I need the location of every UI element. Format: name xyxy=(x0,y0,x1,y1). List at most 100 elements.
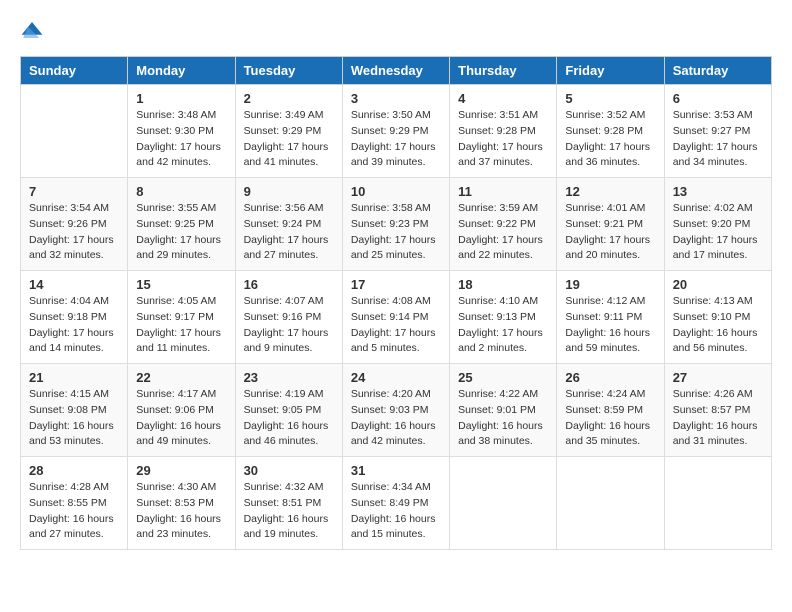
day-number: 20 xyxy=(673,277,763,292)
day-number: 2 xyxy=(244,91,334,106)
day-number: 24 xyxy=(351,370,441,385)
calendar-cell: 10 Sunrise: 3:58 AM Sunset: 9:23 PM Dayli… xyxy=(342,178,449,271)
day-info: Sunrise: 3:53 AM Sunset: 9:27 PM Dayligh… xyxy=(673,108,763,171)
day-info: Sunrise: 3:50 AM Sunset: 9:29 PM Dayligh… xyxy=(351,108,441,171)
calendar-cell: 1Sunrise: 3:48 AM Sunset: 9:30 PM Daylig… xyxy=(128,85,235,178)
day-info: Sunrise: 4:24 AM Sunset: 8:59 PM Dayligh… xyxy=(565,387,655,450)
day-info: Sunrise: 4:02 AM Sunset: 9:20 PM Dayligh… xyxy=(673,201,763,264)
calendar-cell: 22 Sunrise: 4:17 AM Sunset: 9:06 PM Dayli… xyxy=(128,364,235,457)
calendar-cell xyxy=(664,457,771,550)
calendar-cell: 19 Sunrise: 4:12 AM Sunset: 9:11 PM Dayli… xyxy=(557,271,664,364)
calendar-cell xyxy=(450,457,557,550)
calendar-cell: 28 Sunrise: 4:28 AM Sunset: 8:55 PM Dayli… xyxy=(21,457,128,550)
day-info: Sunrise: 3:56 AM Sunset: 9:24 PM Dayligh… xyxy=(244,201,334,264)
calendar-header-row: SundayMondayTuesdayWednesdayThursdayFrid… xyxy=(21,57,772,85)
day-number: 7 xyxy=(29,184,119,199)
logo-icon xyxy=(20,20,44,40)
day-number: 19 xyxy=(565,277,655,292)
calendar-cell: 8Sunrise: 3:55 AM Sunset: 9:25 PM Daylig… xyxy=(128,178,235,271)
header-saturday: Saturday xyxy=(664,57,771,85)
day-info: Sunrise: 4:08 AM Sunset: 9:14 PM Dayligh… xyxy=(351,294,441,357)
day-info: Sunrise: 4:10 AM Sunset: 9:13 PM Dayligh… xyxy=(458,294,548,357)
calendar-cell: 17 Sunrise: 4:08 AM Sunset: 9:14 PM Dayli… xyxy=(342,271,449,364)
calendar-cell: 16 Sunrise: 4:07 AM Sunset: 9:16 PM Dayli… xyxy=(235,271,342,364)
calendar-cell: 4 Sunrise: 3:51 AM Sunset: 9:28 PM Daylig… xyxy=(450,85,557,178)
day-number: 6 xyxy=(673,91,763,106)
calendar-cell: 30 Sunrise: 4:32 AM Sunset: 8:51 PM Dayli… xyxy=(235,457,342,550)
calendar-cell xyxy=(557,457,664,550)
calendar-cell: 15Sunrise: 4:05 AM Sunset: 9:17 PM Dayli… xyxy=(128,271,235,364)
day-number: 30 xyxy=(244,463,334,478)
calendar-table: SundayMondayTuesdayWednesdayThursdayFrid… xyxy=(20,56,772,550)
calendar-week-row: 14 Sunrise: 4:04 AM Sunset: 9:18 PM Dayli… xyxy=(21,271,772,364)
day-number: 5 xyxy=(565,91,655,106)
calendar-week-row: 1Sunrise: 3:48 AM Sunset: 9:30 PM Daylig… xyxy=(21,85,772,178)
day-info: Sunrise: 3:52 AM Sunset: 9:28 PM Dayligh… xyxy=(565,108,655,171)
day-number: 11 xyxy=(458,184,548,199)
header-sunday: Sunday xyxy=(21,57,128,85)
calendar-cell: 5 Sunrise: 3:52 AM Sunset: 9:28 PM Daylig… xyxy=(557,85,664,178)
calendar-cell: 2 Sunrise: 3:49 AM Sunset: 9:29 PM Daylig… xyxy=(235,85,342,178)
calendar-week-row: 7 Sunrise: 3:54 AM Sunset: 9:26 PM Daylig… xyxy=(21,178,772,271)
calendar-cell: 3Sunrise: 3:50 AM Sunset: 9:29 PM Daylig… xyxy=(342,85,449,178)
day-info: Sunrise: 4:32 AM Sunset: 8:51 PM Dayligh… xyxy=(244,480,334,543)
header-monday: Monday xyxy=(128,57,235,85)
header-wednesday: Wednesday xyxy=(342,57,449,85)
day-info: Sunrise: 4:28 AM Sunset: 8:55 PM Dayligh… xyxy=(29,480,119,543)
calendar-cell: 20Sunrise: 4:13 AM Sunset: 9:10 PM Dayli… xyxy=(664,271,771,364)
day-info: Sunrise: 4:22 AM Sunset: 9:01 PM Dayligh… xyxy=(458,387,548,450)
calendar-cell: 21 Sunrise: 4:15 AM Sunset: 9:08 PM Dayli… xyxy=(21,364,128,457)
day-number: 14 xyxy=(29,277,119,292)
calendar-week-row: 28 Sunrise: 4:28 AM Sunset: 8:55 PM Dayli… xyxy=(21,457,772,550)
calendar-cell: 24 Sunrise: 4:20 AM Sunset: 9:03 PM Dayli… xyxy=(342,364,449,457)
day-info: Sunrise: 4:07 AM Sunset: 9:16 PM Dayligh… xyxy=(244,294,334,357)
calendar-cell: 29Sunrise: 4:30 AM Sunset: 8:53 PM Dayli… xyxy=(128,457,235,550)
calendar-cell: 9 Sunrise: 3:56 AM Sunset: 9:24 PM Daylig… xyxy=(235,178,342,271)
day-info: Sunrise: 4:34 AM Sunset: 8:49 PM Dayligh… xyxy=(351,480,441,543)
day-number: 9 xyxy=(244,184,334,199)
calendar-cell: 12 Sunrise: 4:01 AM Sunset: 9:21 PM Dayli… xyxy=(557,178,664,271)
header-tuesday: Tuesday xyxy=(235,57,342,85)
day-number: 26 xyxy=(565,370,655,385)
header-thursday: Thursday xyxy=(450,57,557,85)
day-info: Sunrise: 3:58 AM Sunset: 9:23 PM Dayligh… xyxy=(351,201,441,264)
calendar-cell: 7 Sunrise: 3:54 AM Sunset: 9:26 PM Daylig… xyxy=(21,178,128,271)
calendar-cell: 11 Sunrise: 3:59 AM Sunset: 9:22 PM Dayli… xyxy=(450,178,557,271)
day-info: Sunrise: 4:20 AM Sunset: 9:03 PM Dayligh… xyxy=(351,387,441,450)
day-number: 28 xyxy=(29,463,119,478)
day-number: 13 xyxy=(673,184,763,199)
day-number: 29 xyxy=(136,463,226,478)
day-number: 23 xyxy=(244,370,334,385)
day-info: Sunrise: 3:49 AM Sunset: 9:29 PM Dayligh… xyxy=(244,108,334,171)
day-number: 4 xyxy=(458,91,548,106)
day-number: 22 xyxy=(136,370,226,385)
day-info: Sunrise: 4:01 AM Sunset: 9:21 PM Dayligh… xyxy=(565,201,655,264)
day-info: Sunrise: 4:12 AM Sunset: 9:11 PM Dayligh… xyxy=(565,294,655,357)
day-number: 16 xyxy=(244,277,334,292)
day-number: 25 xyxy=(458,370,548,385)
day-info: Sunrise: 3:54 AM Sunset: 9:26 PM Dayligh… xyxy=(29,201,119,264)
day-info: Sunrise: 3:48 AM Sunset: 9:30 PM Dayligh… xyxy=(136,108,226,171)
day-info: Sunrise: 4:26 AM Sunset: 8:57 PM Dayligh… xyxy=(673,387,763,450)
day-info: Sunrise: 3:59 AM Sunset: 9:22 PM Dayligh… xyxy=(458,201,548,264)
day-info: Sunrise: 3:51 AM Sunset: 9:28 PM Dayligh… xyxy=(458,108,548,171)
calendar-cell: 18 Sunrise: 4:10 AM Sunset: 9:13 PM Dayli… xyxy=(450,271,557,364)
calendar-week-row: 21 Sunrise: 4:15 AM Sunset: 9:08 PM Dayli… xyxy=(21,364,772,457)
calendar-cell xyxy=(21,85,128,178)
day-info: Sunrise: 4:17 AM Sunset: 9:06 PM Dayligh… xyxy=(136,387,226,450)
day-number: 10 xyxy=(351,184,441,199)
day-info: Sunrise: 4:04 AM Sunset: 9:18 PM Dayligh… xyxy=(29,294,119,357)
day-number: 18 xyxy=(458,277,548,292)
calendar-cell: 13 Sunrise: 4:02 AM Sunset: 9:20 PM Dayli… xyxy=(664,178,771,271)
header-friday: Friday xyxy=(557,57,664,85)
calendar-cell: 6 Sunrise: 3:53 AM Sunset: 9:27 PM Daylig… xyxy=(664,85,771,178)
day-info: Sunrise: 4:19 AM Sunset: 9:05 PM Dayligh… xyxy=(244,387,334,450)
day-number: 21 xyxy=(29,370,119,385)
day-number: 17 xyxy=(351,277,441,292)
day-number: 15 xyxy=(136,277,226,292)
day-number: 12 xyxy=(565,184,655,199)
day-number: 27 xyxy=(673,370,763,385)
day-info: Sunrise: 4:15 AM Sunset: 9:08 PM Dayligh… xyxy=(29,387,119,450)
calendar-cell: 23 Sunrise: 4:19 AM Sunset: 9:05 PM Dayli… xyxy=(235,364,342,457)
calendar-cell: 14 Sunrise: 4:04 AM Sunset: 9:18 PM Dayli… xyxy=(21,271,128,364)
